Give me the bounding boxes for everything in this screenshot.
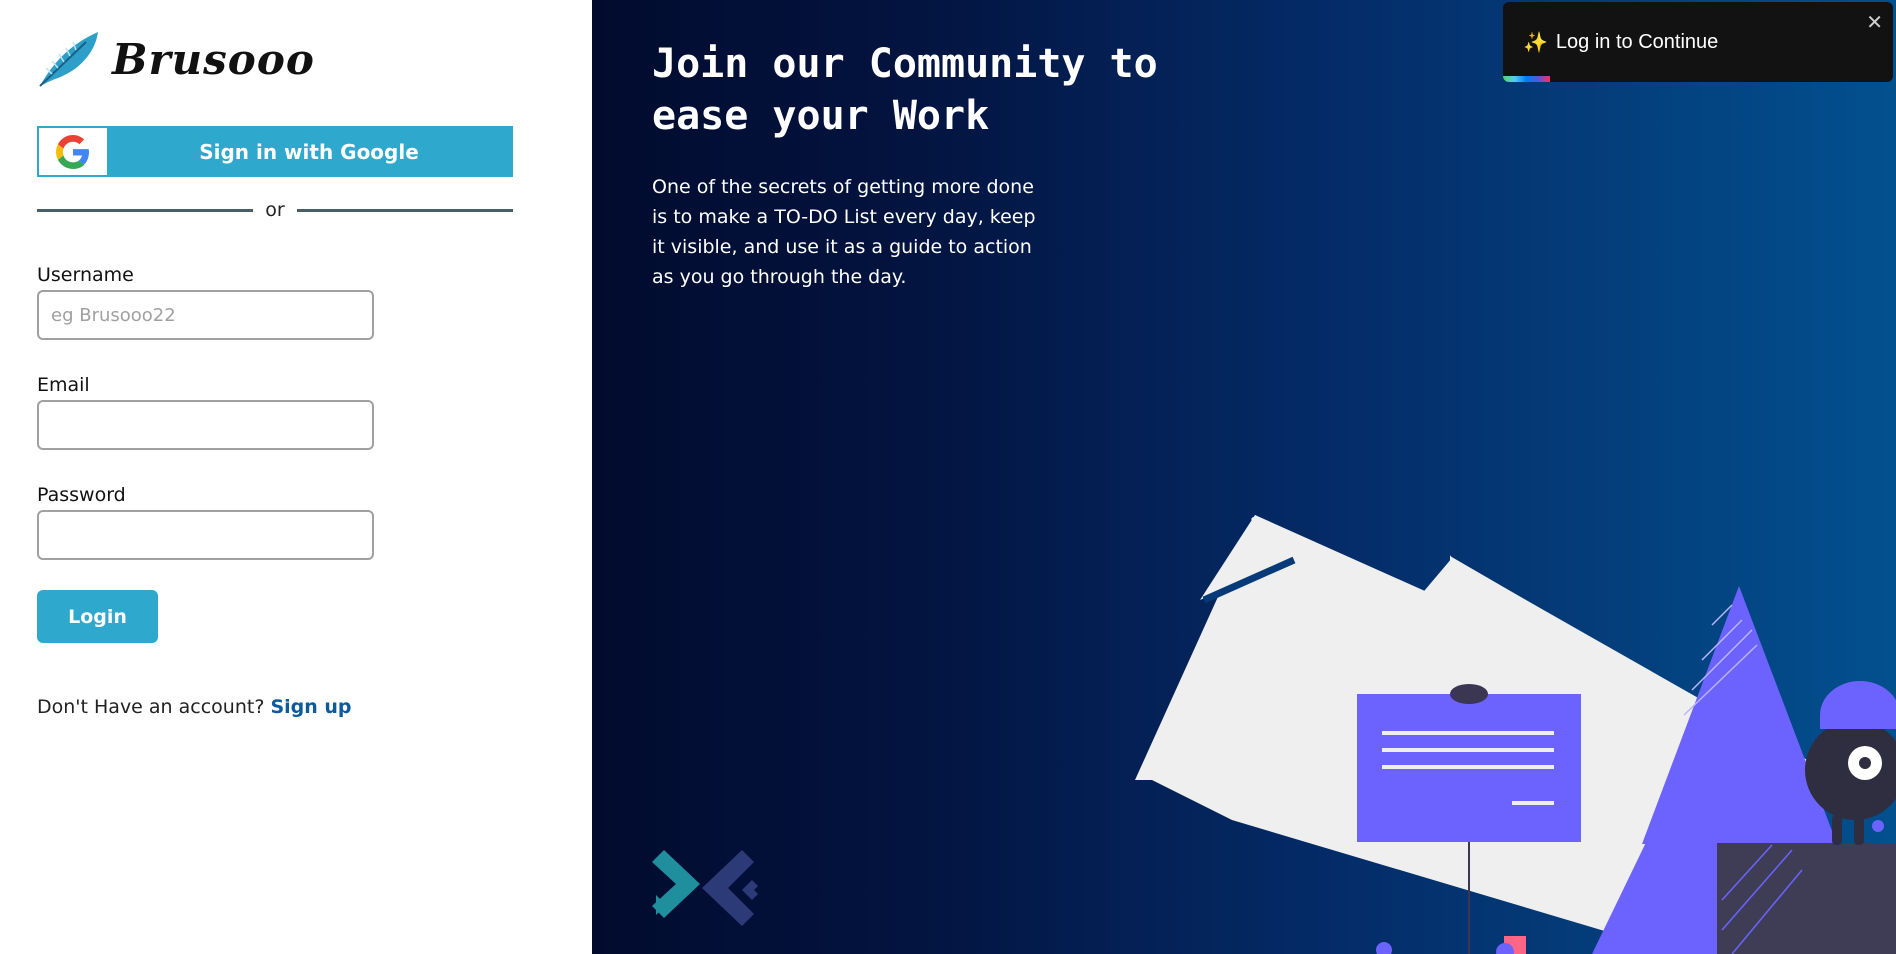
- hero-illustration: [652, 515, 1896, 954]
- google-icon: [56, 134, 89, 169]
- brand-name: Brusooo: [112, 34, 315, 84]
- google-signin-label: Sign in with Google: [199, 139, 419, 164]
- signup-prompt: Don't Have an account?: [37, 696, 265, 718]
- password-label: Password: [37, 484, 126, 506]
- email-input[interactable]: [37, 400, 374, 450]
- login-button[interactable]: Login: [37, 590, 158, 643]
- or-divider: or: [37, 196, 513, 224]
- toast-message: Log in to Continue: [1555, 31, 1719, 53]
- signup-link[interactable]: Sign up: [270, 696, 351, 718]
- username-label: Username: [37, 264, 134, 286]
- toast-progress-bar: [1503, 76, 1550, 82]
- toast-message-row: ✨ Log in to Continue: [1523, 30, 1718, 55]
- feather-icon: [39, 32, 98, 87]
- divider-line-right: [296, 208, 513, 212]
- username-input[interactable]: [37, 290, 374, 340]
- google-icon-container: [39, 128, 107, 175]
- block-illustration: [1717, 843, 1896, 954]
- password-input[interactable]: [37, 510, 374, 560]
- divider-line-left: [37, 208, 254, 212]
- toast-notification: ✨ Log in to Continue ✕: [1503, 2, 1893, 82]
- divider-text: or: [265, 199, 285, 221]
- google-signin-button[interactable]: Sign in with Google: [37, 126, 513, 177]
- chevron-logo-icon: [652, 850, 758, 926]
- brand-logo[interactable]: Brusooo: [36, 28, 315, 90]
- email-label: Email: [37, 374, 90, 396]
- sparkles-icon: ✨: [1523, 32, 1548, 54]
- decoration-shapes: [1376, 936, 1526, 954]
- login-panel: Brusooo Sign in with Google or Username …: [0, 0, 592, 954]
- close-icon[interactable]: ✕: [1866, 10, 1883, 34]
- signup-row: Don't Have an account? Sign up: [37, 696, 352, 718]
- hero-panel: Join our Community to ease your Work One…: [592, 0, 1896, 954]
